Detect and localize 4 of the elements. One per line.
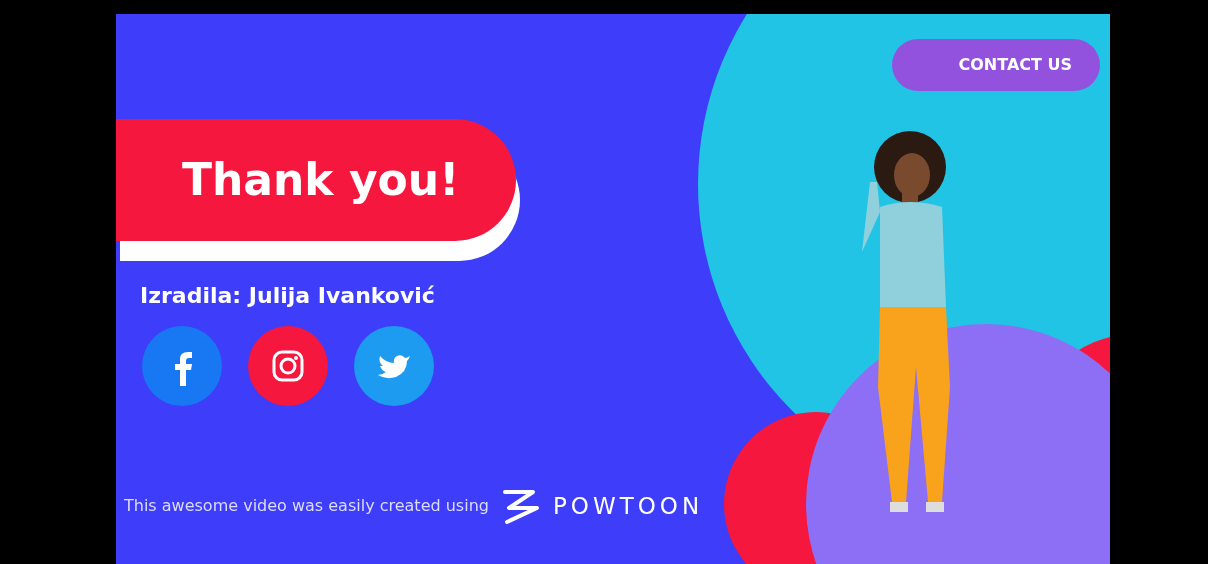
contact-button[interactable]: CONTACT US: [892, 39, 1100, 91]
footer-text: This awesome video was easily created using: [124, 495, 489, 517]
author-text: Izradila: Julija Ivanković: [140, 282, 436, 310]
brand-name: POWTOON: [552, 491, 704, 521]
